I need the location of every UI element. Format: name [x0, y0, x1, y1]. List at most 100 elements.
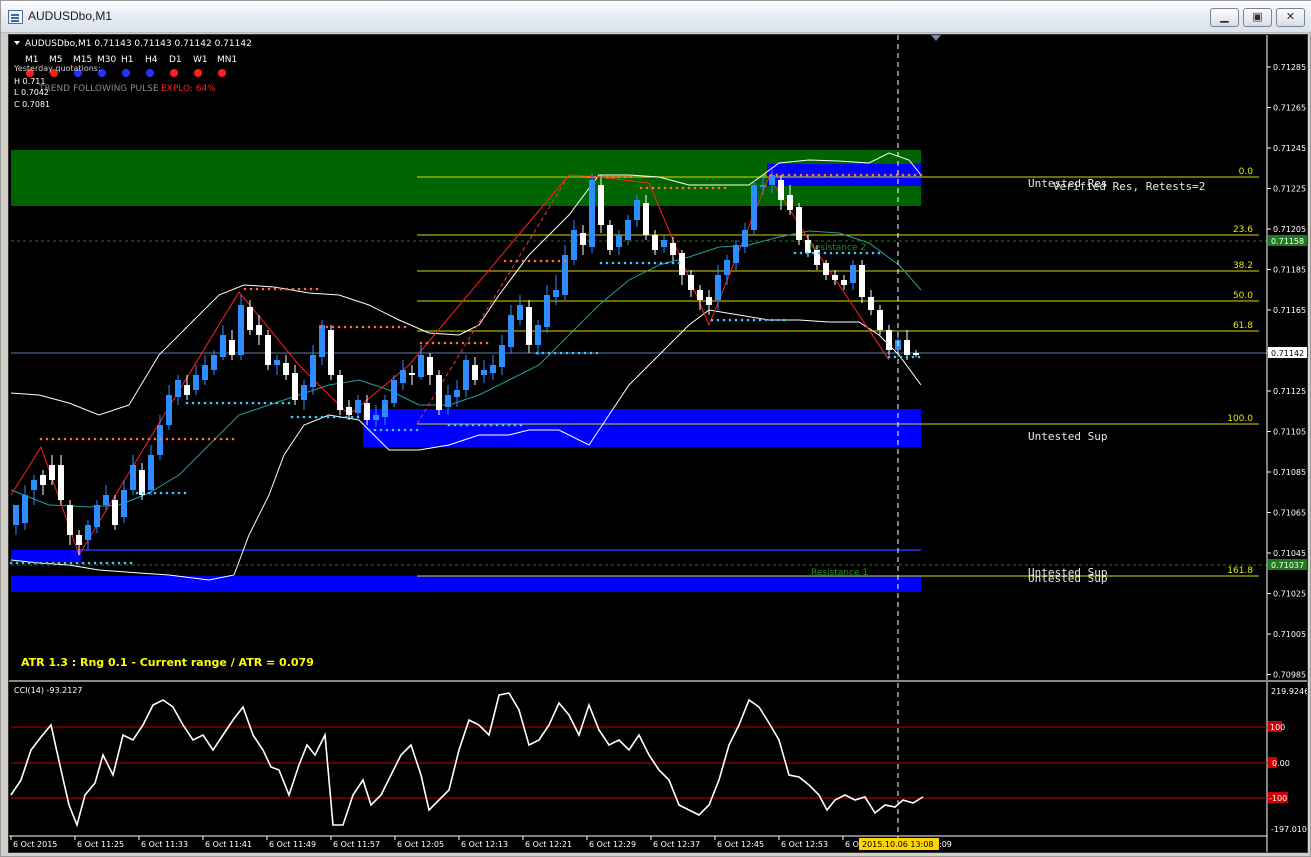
- signal-dot: [185, 401, 189, 405]
- candle-body: [148, 455, 154, 490]
- yesterday-heading: Yesterday quotations:: [13, 64, 101, 73]
- signal-dot: [495, 423, 499, 427]
- price-tick-label: 0.71005: [1273, 630, 1306, 639]
- candle-body: [211, 355, 217, 370]
- signal-dot: [911, 355, 915, 359]
- signal-dot: [153, 491, 157, 495]
- signal-dot: [391, 428, 395, 432]
- candle-body: [796, 207, 802, 240]
- candle-body: [571, 230, 577, 260]
- candle-body: [229, 340, 235, 355]
- candle-body: [706, 297, 712, 305]
- candle-body: [436, 375, 442, 410]
- window-titlebar[interactable]: AUDUSDbo,M1 ▁ ▣ ✕: [1, 1, 1311, 33]
- signal-dot: [782, 318, 786, 322]
- signal-dot: [117, 561, 121, 565]
- timeframe-mn1[interactable]: MN1: [217, 55, 237, 65]
- signal-dot: [183, 437, 187, 441]
- signal-dot: [296, 415, 300, 419]
- candle-body: [598, 185, 604, 225]
- candle-body: [868, 297, 874, 310]
- signal-dot: [275, 401, 279, 405]
- chart-area[interactable]: 0.0 23.6 38.2 50.0 61.8 100.0 161.8 Unte…: [8, 34, 1308, 853]
- candle-body: [409, 373, 415, 375]
- signal-dot: [117, 437, 121, 441]
- candle-body: [256, 325, 262, 335]
- signal-dot: [671, 261, 675, 265]
- signal-dot: [467, 341, 471, 345]
- signal-dot: [889, 173, 893, 177]
- signal-dot: [367, 325, 371, 329]
- candlesticks: [13, 170, 919, 555]
- price-chart-svg[interactable]: 0.0 23.6 38.2 50.0 61.8 100.0 161.8 Unte…: [9, 35, 1308, 853]
- timeframe-h1[interactable]: H1: [121, 55, 134, 65]
- signal-dot: [87, 437, 91, 441]
- time-axis[interactable]: 6 Oct 2015 6 Oct 11:25 6 Oct 11:33 6 Oct 11…: [10, 836, 866, 849]
- price-tick-label: 0.71205: [1273, 225, 1306, 234]
- chart-menu-arrow-icon[interactable]: [14, 41, 20, 45]
- candle-body: [103, 495, 109, 505]
- candle-body: [652, 235, 658, 250]
- signal-dot: [563, 259, 567, 263]
- time-cursor-tag-text: 2015.10.06 13:08: [862, 840, 933, 849]
- timeframe-w1[interactable]: W1: [193, 55, 208, 65]
- restore-button[interactable]: ▣: [1243, 8, 1272, 27]
- candle-body: [697, 290, 703, 300]
- candle-body: [859, 265, 865, 297]
- candle-body: [130, 465, 136, 490]
- signal-dot: [189, 437, 193, 441]
- candle-body: [823, 263, 829, 275]
- signal-dot: [165, 437, 169, 441]
- candle-body: [589, 180, 595, 247]
- signal-dot: [215, 401, 219, 405]
- price-tick-label: 0.71245: [1273, 144, 1306, 153]
- fib-label-161.8: 161.8: [1227, 566, 1253, 576]
- minimize-button[interactable]: ▁: [1210, 8, 1239, 27]
- signal-dot: [829, 173, 833, 177]
- signal-dot: [722, 318, 726, 322]
- signal-dot: [75, 437, 79, 441]
- signal-dot: [501, 423, 505, 427]
- close-button[interactable]: ✕: [1276, 8, 1305, 27]
- cci-line: [10, 692, 924, 828]
- signal-dot: [263, 401, 267, 405]
- signal-dot: [290, 415, 294, 419]
- signal-dot: [629, 175, 633, 179]
- signal-dot: [171, 491, 175, 495]
- signal-dot: [183, 491, 187, 495]
- signal-dot: [39, 561, 43, 565]
- signal-dot: [877, 251, 881, 255]
- price-axis[interactable]: 0.71285 0.71265 0.71245 0.71225 0.71205 0.711…: [1267, 63, 1306, 680]
- shift-marker-icon[interactable]: [931, 35, 941, 41]
- yesterday-close: C 0.7081: [14, 100, 50, 109]
- zigzag-indicator: [10, 174, 890, 557]
- signal-dot: [752, 318, 756, 322]
- time-tick-label: 6 Oct 12:05: [397, 840, 444, 849]
- signal-dot: [147, 437, 151, 441]
- signal-dot: [485, 341, 489, 345]
- candle-body: [760, 185, 766, 187]
- candle-body: [454, 390, 460, 397]
- timeframe-d1[interactable]: D1: [169, 55, 182, 65]
- signal-dot: [141, 491, 145, 495]
- cci-panel: CCI(14) -93.2127 219.9246 -197.0107 100 …: [10, 686, 1307, 834]
- candle-body: [850, 265, 856, 283]
- signal-dot: [787, 173, 791, 177]
- timeframe-h4[interactable]: H4: [145, 55, 158, 65]
- candle-body: [364, 403, 370, 420]
- chart-window-icon[interactable]: [8, 10, 23, 24]
- signal-dot: [431, 341, 435, 345]
- timeframe-dot-mn1: [218, 69, 226, 77]
- signal-dot: [123, 437, 127, 441]
- candle-body: [787, 195, 793, 210]
- candle-body: [373, 415, 379, 420]
- signal-dot: [15, 561, 19, 565]
- signal-dot: [221, 401, 225, 405]
- candle-body: [499, 345, 505, 367]
- candle-body: [139, 470, 145, 495]
- price-tick-label: 0.71105: [1273, 428, 1306, 437]
- signal-dot: [699, 186, 703, 190]
- signal-dot: [723, 186, 727, 190]
- candle-body: [634, 200, 640, 220]
- signal-dot: [207, 437, 211, 441]
